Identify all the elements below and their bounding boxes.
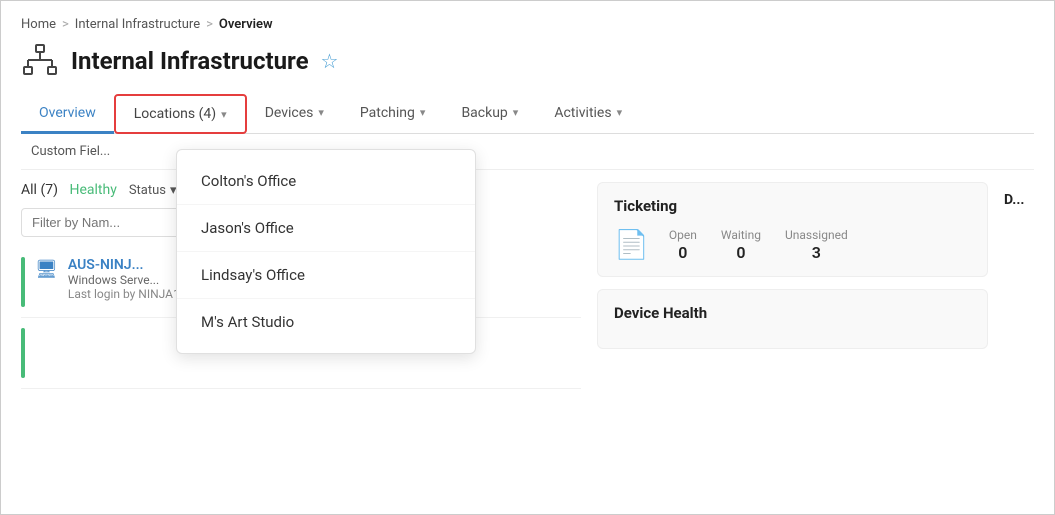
dropdown-item-jason[interactable]: Jason's Office <box>177 205 475 252</box>
device-status-bar <box>21 257 25 307</box>
right-partial-column: D... <box>1004 182 1034 389</box>
all-count-label: All (7) Healthy <box>21 182 117 198</box>
ticketing-title: Ticketing <box>614 197 971 215</box>
page-header: Internal Infrastructure ☆ <box>21 42 1034 80</box>
chevron-down-icon: ▾ <box>617 106 623 119</box>
dropdown-item-lindsay[interactable]: Lindsay's Office <box>177 252 475 299</box>
breadcrumb-sep1: > <box>62 17 69 32</box>
device-status-bar <box>21 328 25 378</box>
tab-devices[interactable]: Devices ▾ <box>247 95 342 134</box>
healthy-label: Healthy <box>69 182 116 198</box>
content-area: All (7) Healthy Status ▾ 🖥 AUS-NINJ... W… <box>21 170 1034 389</box>
chevron-down-icon: ▾ <box>318 106 324 119</box>
ticketing-content: 📄 Open 0 Waiting 0 Unassigned 3 <box>614 227 971 262</box>
device-count: (7) <box>40 182 58 198</box>
tab-overview[interactable]: Overview <box>21 95 114 134</box>
breadcrumb-home[interactable]: Home <box>21 17 56 32</box>
windows-icon: 🖥 <box>35 259 58 280</box>
chevron-down-icon: ▾ <box>513 106 519 119</box>
partial-label: D... <box>1004 192 1025 208</box>
nav-tabs: Overview Locations (4) ▾ Devices ▾ Patch… <box>21 94 1034 134</box>
breadcrumb-internal[interactable]: Internal Infrastructure <box>75 17 200 32</box>
ticket-icon: 📄 <box>614 228 649 261</box>
ticket-stat-open: Open 0 <box>669 227 697 262</box>
tab-locations[interactable]: Locations (4) ▾ <box>114 94 247 134</box>
all-label: All <box>21 182 37 198</box>
ticket-stats: Open 0 Waiting 0 Unassigned 3 <box>669 227 848 262</box>
network-icon <box>21 42 59 80</box>
status-label: Status <box>129 183 166 198</box>
page-title: Internal Infrastructure <box>71 47 309 75</box>
breadcrumb-current: Overview <box>219 17 273 32</box>
right-panel: Ticketing 📄 Open 0 Waiting 0 Unass <box>597 182 988 389</box>
chevron-down-icon: ▾ <box>221 108 227 121</box>
breadcrumb: Home > Internal Infrastructure > Overvie… <box>21 17 1034 32</box>
dropdown-item-m-art-studio[interactable]: M's Art Studio <box>177 299 475 345</box>
ticket-stat-unassigned: Unassigned 3 <box>785 227 848 262</box>
tab-activities[interactable]: Activities ▾ <box>536 95 640 134</box>
tab-backup[interactable]: Backup ▾ <box>443 95 536 134</box>
breadcrumb-sep2: > <box>206 17 213 32</box>
locations-dropdown: Colton's Office Jason's Office Lindsay's… <box>176 149 476 354</box>
status-dropdown[interactable]: Status ▾ <box>129 183 177 198</box>
ticket-stat-waiting: Waiting 0 <box>721 227 761 262</box>
favorite-star-icon[interactable]: ☆ <box>321 49 339 73</box>
sub-nav: Custom Fiel... <box>21 134 1034 170</box>
device-health-title: Device Health <box>614 304 971 322</box>
chevron-down-icon: ▾ <box>420 106 426 119</box>
tab-patching[interactable]: Patching ▾ <box>342 95 444 134</box>
device-health-card: Device Health <box>597 289 988 349</box>
sub-nav-custom-fields[interactable]: Custom Fiel... <box>21 140 120 163</box>
ticketing-card: Ticketing 📄 Open 0 Waiting 0 Unass <box>597 182 988 277</box>
dropdown-item-colton[interactable]: Colton's Office <box>177 158 475 205</box>
